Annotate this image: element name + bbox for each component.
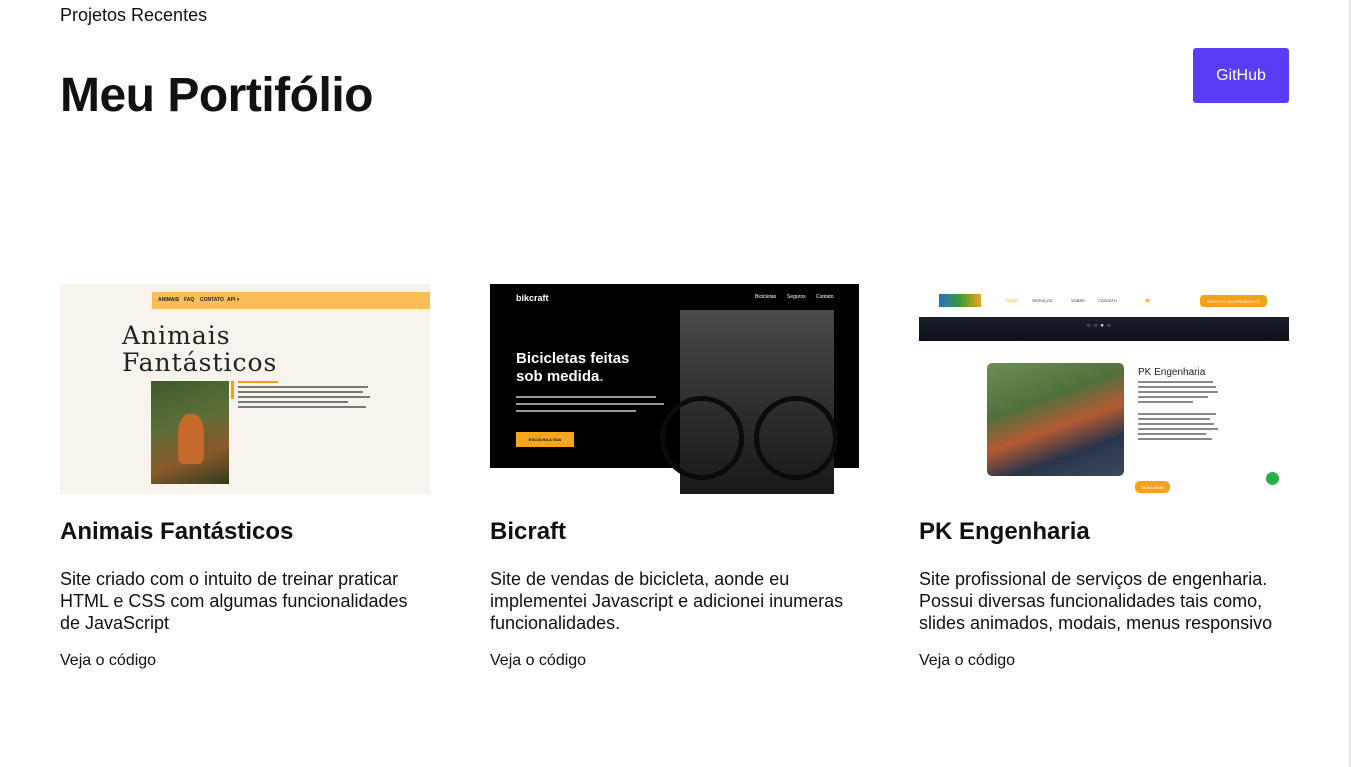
project-thumbnail[interactable]: ANIMAIS FAQ CONTATO API ▾ Animais Fantástic… <box>60 284 430 494</box>
bike-wheel <box>660 396 744 480</box>
phone-icon: ☎ <box>1145 298 1150 303</box>
thumb-nav-item: Contato <box>816 294 834 300</box>
thumb-heading: Bicicletas feitas sob medida. <box>516 350 629 386</box>
whatsapp-icon <box>1266 472 1279 485</box>
github-button[interactable]: GitHub <box>1193 48 1289 103</box>
thumb-nav-item: CONTATO <box>1098 298 1117 303</box>
thumb-nav-item: Bicicletas <box>755 294 777 300</box>
project-card-bicraft: bikcraft Bicicletas Seguros Contato Bici… <box>490 284 859 670</box>
thumb-nav-bar: ANIMAIS FAQ CONTATO API ▾ <box>152 292 430 309</box>
bike-photo <box>660 310 838 494</box>
project-card-animais: ANIMAIS FAQ CONTATO API ▾ Animais Fantástic… <box>60 284 430 670</box>
slider-dots-icon: ○○●○ <box>1087 323 1114 329</box>
thumb-nav-item: SERVIÇOS <box>1032 298 1053 303</box>
thumb-heading-line1: Bicicletas feitas <box>516 350 630 367</box>
project-description: Site profissional de serviços de engenha… <box>919 569 1273 633</box>
thumb-heading: Animais Fantásticos <box>122 322 277 376</box>
thumb-heading-line2: sob medida. <box>516 368 604 385</box>
project-thumbnail[interactable]: HOME SERVIÇOS SOBRE CONTATO ☎ SOLICITE U… <box>919 284 1289 494</box>
project-thumbnail[interactable]: bikcraft Bicicletas Seguros Contato Bici… <box>490 284 859 494</box>
project-title: Animais Fantásticos <box>60 518 294 545</box>
page-title: Meu Portifólio <box>60 69 373 122</box>
thumb-button: ESCOLHA A SUA <box>516 432 574 447</box>
thumb-nav-item: SOBRE <box>1071 298 1086 303</box>
thumb-button: SAIBA MAIS <box>1135 481 1170 493</box>
thumb-slider-band <box>919 317 1289 341</box>
project-card-pk: HOME SERVIÇOS SOBRE CONTATO ☎ SOLICITE U… <box>919 284 1289 670</box>
fox-figure <box>178 414 204 464</box>
thumb-text-lines <box>238 381 388 411</box>
thumb-heading: PK Engenharia <box>1138 367 1206 378</box>
thumb-logo: bikcraft <box>516 293 549 303</box>
portfolio-page: Projetos Recentes Meu Portifólio GitHub … <box>0 0 1351 767</box>
thumb-nav-item: Seguros <box>787 294 806 300</box>
accent-bar <box>231 381 234 399</box>
project-title: PK Engenharia <box>919 518 1090 545</box>
view-code-link[interactable]: Veja o código <box>919 652 1289 670</box>
section-kicker: Projetos Recentes <box>60 5 208 25</box>
thumb-text-lines <box>516 396 666 417</box>
thumb-nav-bar: HOME SERVIÇOS SOBRE CONTATO ☎ SOLICITE U… <box>919 284 1289 317</box>
thumb-heading-line2: Fantásticos <box>122 348 278 377</box>
thumb-heading-line2-text: sob medida <box>516 368 600 385</box>
view-code-link[interactable]: Veja o código <box>490 652 859 670</box>
thumb-cta-button: SOLICITE UM ORÇAMENTO <box>1200 295 1267 307</box>
thumb-text-lines <box>1138 381 1218 443</box>
project-description: Site criado com o intuito de treinar pra… <box>60 569 408 633</box>
project-title: Bicraft <box>490 518 567 545</box>
thumb-nav-item: HOME <box>1006 298 1018 303</box>
view-code-link[interactable]: Veja o código <box>60 652 430 670</box>
thumb-logo <box>939 294 981 307</box>
solar-roof-photo <box>987 363 1124 476</box>
bike-wheel <box>754 396 838 480</box>
project-description: Site de vendas de bicicleta, aonde eu im… <box>490 569 844 633</box>
thumb-heading-line1: Animais <box>122 321 231 350</box>
